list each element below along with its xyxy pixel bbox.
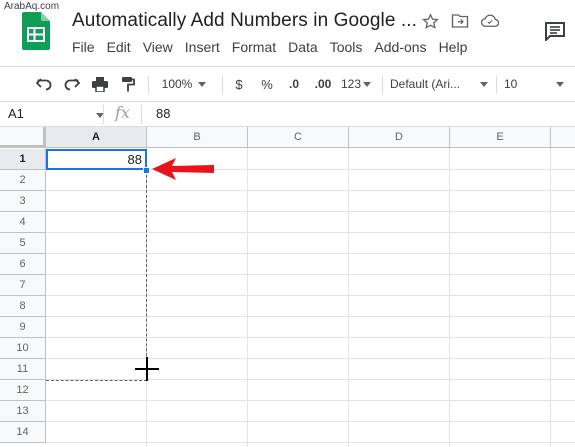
more-formats-button[interactable]: 123 (338, 67, 374, 101)
row-header-6[interactable]: 6 (0, 254, 46, 275)
row-header-13[interactable]: 13 (0, 401, 46, 422)
menu-bar: File Edit View Insert Format Data Tools … (66, 38, 473, 56)
comment-history-icon[interactable] (543, 19, 567, 43)
row-header-10[interactable]: 10 (0, 338, 46, 359)
cloud-status-icon[interactable] (480, 11, 500, 31)
menu-add-ons[interactable]: Add-ons (368, 38, 432, 56)
app-header: Automatically Add Numbers in Google ... … (0, 0, 575, 64)
print-icon[interactable] (88, 67, 112, 101)
red-arrow-annotation-icon (152, 158, 214, 180)
zoom-select[interactable]: 100% (154, 67, 214, 101)
row-header-3[interactable]: 3 (0, 191, 46, 212)
percent-format-button[interactable]: % (256, 67, 278, 101)
name-box[interactable]: A1 (8, 106, 24, 121)
menu-view[interactable]: View (137, 38, 179, 56)
decrease-decimal-button[interactable]: .0 (282, 67, 306, 101)
row-header-11[interactable]: 11 (0, 359, 46, 380)
more-formats-label: 123 (340, 77, 362, 91)
font-size-value: 10 (504, 77, 518, 91)
watermark: ArabAq.com (2, 1, 62, 12)
menu-file[interactable]: File (66, 38, 101, 56)
font-family-value: Default (Ari... (390, 77, 461, 91)
formula-bar: A1 fx 88 (0, 102, 575, 127)
select-all-corner[interactable] (0, 127, 46, 148)
function-icon: fx (115, 103, 130, 122)
column-header-b[interactable]: B (147, 127, 248, 148)
row-header-12[interactable]: 12 (0, 380, 46, 401)
chevron-down-icon (556, 81, 564, 87)
row-header-5[interactable]: 5 (0, 233, 46, 254)
font-size-select[interactable]: 10 (504, 67, 564, 101)
formula-input[interactable]: 88 (156, 106, 170, 121)
row-header-9[interactable]: 9 (0, 317, 46, 338)
chevron-down-icon (480, 81, 488, 87)
undo-icon[interactable] (32, 67, 56, 101)
menu-tools[interactable]: Tools (324, 38, 369, 56)
row-header-8[interactable]: 8 (0, 296, 46, 317)
row-header-2[interactable]: 2 (0, 170, 46, 191)
menu-help[interactable]: Help (433, 38, 474, 56)
cell-a1[interactable]: 88 (46, 149, 147, 170)
menu-data[interactable]: Data (282, 38, 324, 56)
paint-format-icon[interactable] (116, 67, 140, 101)
menu-format[interactable]: Format (226, 38, 282, 56)
move-to-folder-icon[interactable] (450, 11, 470, 31)
menu-insert[interactable]: Insert (179, 38, 226, 56)
column-header-e[interactable]: E (450, 127, 551, 148)
star-icon[interactable] (420, 11, 440, 31)
column-header-f[interactable] (551, 127, 575, 148)
zoom-value: 100% (161, 77, 193, 91)
toolbar: 100% $ % .0 .00 123 Default (Ari... 10 (0, 66, 575, 102)
crosshair-cursor-icon (135, 357, 159, 381)
column-header-d[interactable]: D (349, 127, 450, 148)
spreadsheet-grid[interactable]: A B C D E 1 2 3 4 5 6 7 8 9 10 11 12 13 … (0, 127, 575, 447)
google-sheets-logo-icon[interactable] (22, 12, 50, 50)
row-header-14[interactable]: 14 (0, 422, 46, 443)
chevron-down-icon (363, 81, 372, 87)
column-header-c[interactable]: C (248, 127, 349, 148)
fill-handle[interactable] (143, 167, 150, 174)
menu-edit[interactable]: Edit (101, 38, 137, 56)
autofill-drag-range (46, 170, 147, 381)
font-family-select[interactable]: Default (Ari... (390, 67, 488, 101)
chevron-down-icon (198, 81, 207, 87)
increase-decimal-button[interactable]: .00 (310, 67, 336, 101)
row-header-7[interactable]: 7 (0, 275, 46, 296)
column-header-a[interactable]: A (46, 127, 147, 148)
currency-format-button[interactable]: $ (228, 67, 250, 101)
redo-icon[interactable] (60, 67, 84, 101)
document-title[interactable]: Automatically Add Numbers in Google ... (72, 10, 417, 32)
row-header-4[interactable]: 4 (0, 212, 46, 233)
row-header-1[interactable]: 1 (0, 149, 46, 170)
